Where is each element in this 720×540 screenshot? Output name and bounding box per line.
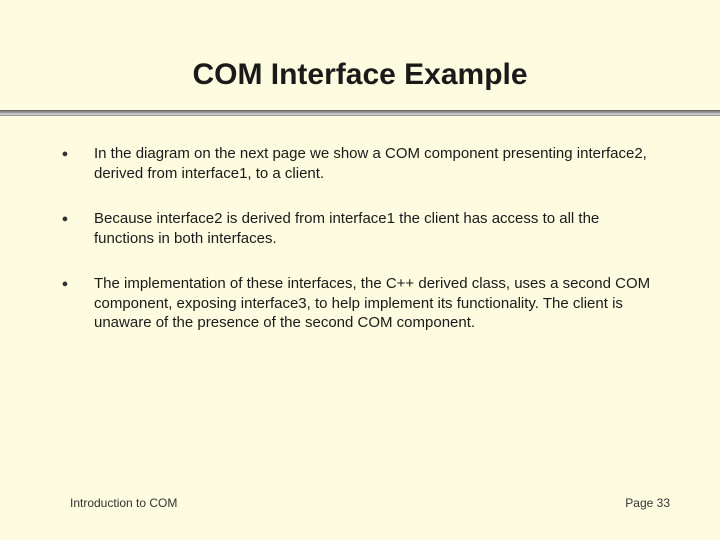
bullet-item: ● In the diagram on the next page we sho…	[60, 144, 660, 183]
slide-footer: Introduction to COM Page 33	[0, 496, 720, 510]
footer-left: Introduction to COM	[70, 496, 177, 510]
bullet-item: ● The implementation of these interfaces…	[60, 274, 660, 333]
bullet-item: ● Because interface2 is derived from int…	[60, 209, 660, 248]
bullet-icon: ●	[60, 213, 70, 225]
slide-title: COM Interface Example	[0, 0, 720, 110]
bullet-icon: ●	[60, 148, 70, 160]
bullet-text: In the diagram on the next page we show …	[94, 144, 660, 183]
slide-content: ● In the diagram on the next page we sho…	[0, 116, 720, 333]
slide: COM Interface Example ● In the diagram o…	[0, 0, 720, 540]
bullet-icon: ●	[60, 278, 70, 290]
bullet-text: The implementation of these interfaces, …	[94, 274, 660, 333]
footer-right: Page 33	[625, 496, 670, 510]
bullet-text: Because interface2 is derived from inter…	[94, 209, 660, 248]
